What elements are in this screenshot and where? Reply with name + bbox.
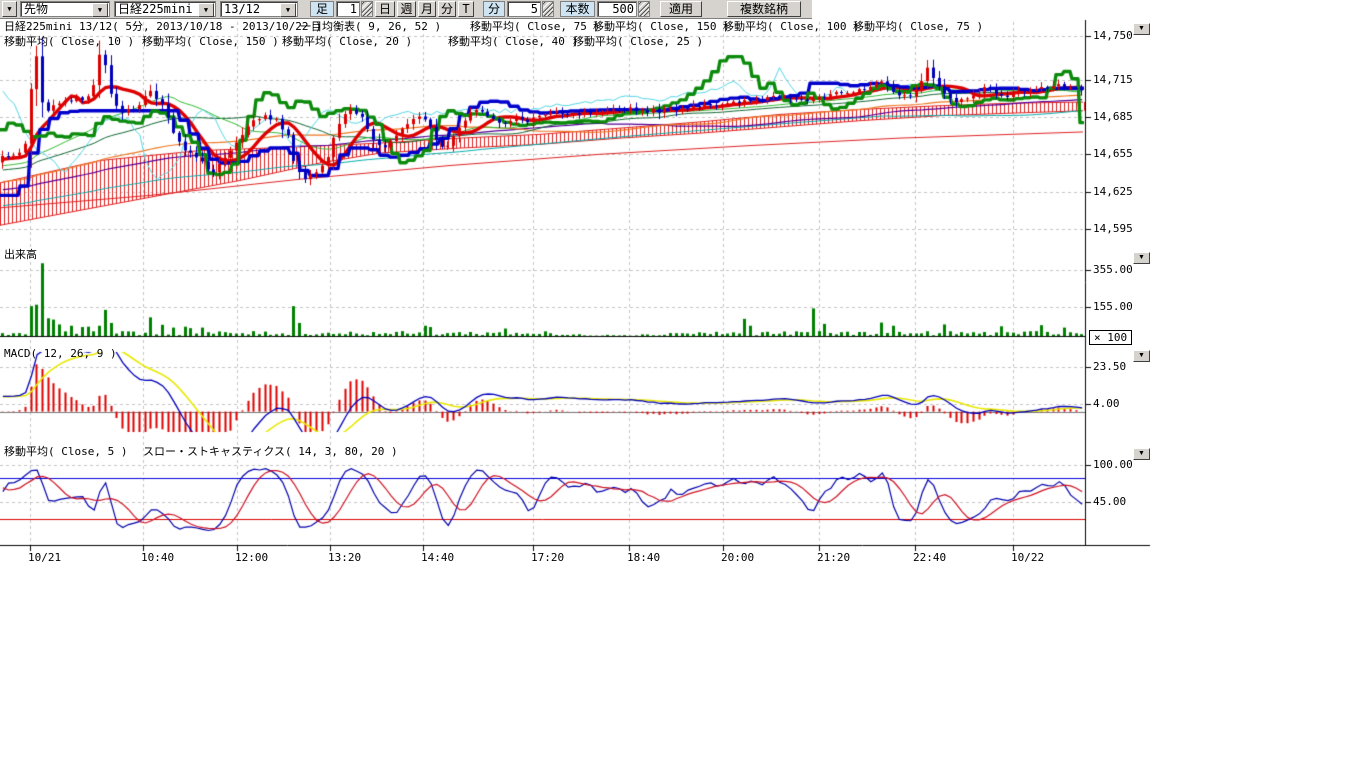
panel-scale-dropdown-button[interactable]: ▼ [1133, 448, 1150, 460]
legend-item: 移動平均( Close, 75 ) [853, 21, 983, 33]
time-axis-label: 18:40 [627, 552, 660, 564]
time-axis-label: 10/22 [1011, 552, 1044, 564]
legend-item: 移動平均( Close, 40 ) [448, 36, 578, 48]
volume-axis-label: 355.00 [1093, 264, 1133, 276]
legend-item: 移動平均( Close, 150 ) [593, 21, 730, 33]
stoch-axis-label: 100.00 [1093, 459, 1133, 471]
legend-item: 一目均衡表( 9, 26, 52 ) [300, 21, 441, 33]
legend-item: 移動平均( Close, 10 ) [4, 36, 134, 48]
chart-area: 日経225mini 13/12( 5分, 2013/10/18 - 2013/1… [0, 0, 1366, 768]
time-axis-label: 20:00 [721, 552, 754, 564]
legend-item: 移動平均( Close, 100 ) [723, 21, 860, 33]
price-axis-label: 14,625 [1093, 186, 1133, 198]
macd-panel-label: MACD( 12, 26, 9 ) [4, 348, 117, 360]
legend-item: 移動平均( Close, 150 ) [142, 36, 279, 48]
price-axis-label: 14,655 [1093, 148, 1133, 160]
time-axis-label: 22:40 [913, 552, 946, 564]
price-axis-label: 14,685 [1093, 111, 1133, 123]
chart-application-window: { "toolbar": { "preset_arrow": "▼", "com… [0, 0, 1366, 768]
stoch-panel-label: スロー・ストキャスティクス( 14, 3, 80, 20 ) [143, 446, 398, 458]
volume-multiplier-badge: × 100 [1089, 330, 1132, 345]
legend-item: 移動平均( Close, 20 ) [282, 36, 412, 48]
volume-panel-label: 出来高 [4, 249, 37, 261]
time-axis-label: 12:00 [235, 552, 268, 564]
time-axis-label: 21:20 [817, 552, 850, 564]
price-axis-label: 14,595 [1093, 223, 1133, 235]
price-axis-label: 14,715 [1093, 74, 1133, 86]
panel-scale-dropdown-button[interactable]: ▼ [1133, 252, 1150, 264]
legend-item: 日経225mini 13/12( 5分, 2013/10/18 - 2013/1… [4, 21, 322, 33]
panel-scale-dropdown-button[interactable]: ▼ [1133, 23, 1150, 35]
time-axis-label: 14:40 [421, 552, 454, 564]
stoch-axis-label: 45.00 [1093, 496, 1126, 508]
time-axis-label: 13:20 [328, 552, 361, 564]
macd-axis-label: 4.00 [1093, 398, 1120, 410]
volume-axis-label: 155.00 [1093, 301, 1133, 313]
time-axis-label: 10/21 [28, 552, 61, 564]
panel-scale-dropdown-button[interactable]: ▼ [1133, 350, 1150, 362]
macd-axis-label: 23.50 [1093, 361, 1126, 373]
chart-plot-area[interactable] [0, 18, 1366, 768]
legend-item: 移動平均( Close, 75 ) [470, 21, 600, 33]
time-axis-label: 17:20 [531, 552, 564, 564]
price-axis-label: 14,750 [1093, 30, 1133, 42]
legend-item: 移動平均( Close, 25 ) [573, 36, 703, 48]
stoch-panel-label: 移動平均( Close, 5 ) [4, 446, 127, 458]
time-axis-label: 10:40 [141, 552, 174, 564]
